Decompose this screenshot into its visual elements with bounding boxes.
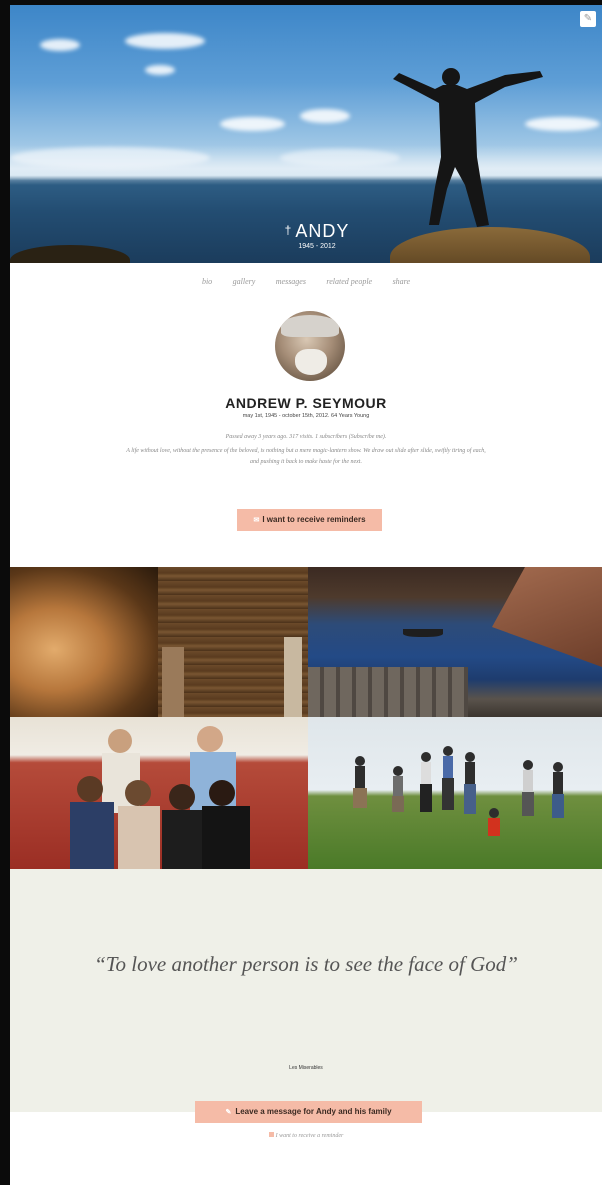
profile-dates: may 1st, 1945 - october 15th, 2012. 64 Y… [242, 413, 370, 419]
photo-detail [403, 629, 443, 637]
photo-face-closeup[interactable] [10, 567, 158, 717]
photo-detail [492, 567, 602, 667]
nav-item-messages[interactable]: messages [276, 277, 306, 286]
profile-bio: A life without love, without the presenc… [126, 448, 486, 465]
memorial-page: ✎ † ANDY 1945 - 2012 bio gallery messages… [10, 5, 602, 1185]
receive-reminders-button[interactable]: ✉ I want to receive reminders [237, 509, 382, 531]
cloud [220, 117, 285, 131]
cloud [40, 39, 80, 51]
avatar-beard [295, 349, 327, 375]
leave-message-button[interactable]: ✎ Leave a message for Andy and his family [195, 1101, 422, 1123]
person-silhouette [393, 68, 543, 227]
avatar-hair [281, 315, 339, 337]
cloud [145, 65, 175, 75]
hero-name-text: ANDY [295, 221, 350, 241]
envelope-icon: ✉ [253, 517, 260, 524]
shore-rock [10, 245, 130, 263]
leave-message-label: Leave a message for Andy and his family [235, 1107, 392, 1116]
hero-name: † ANDY [272, 221, 362, 242]
photo-jumping-friends[interactable] [308, 717, 602, 869]
quote-text: “To love another person is to see the fa… [94, 952, 518, 976]
section-nav: bio gallery messages related people shar… [10, 271, 602, 289]
hero-title-block: † ANDY 1945 - 2012 [272, 221, 362, 250]
photo-family-group[interactable] [10, 717, 308, 869]
avatar [275, 311, 345, 381]
nav-item-bio[interactable]: bio [202, 277, 212, 286]
reminder-checkbox-row[interactable]: I want to receive a reminder [10, 1132, 602, 1139]
photo-detail [353, 746, 564, 836]
reminder-checkbox-label: I want to receive a reminder [275, 1133, 344, 1139]
profile-stats: Passed away 3 years ago. 317 visits. 1 s… [225, 434, 387, 440]
reminder-checkbox[interactable] [268, 1132, 274, 1137]
profile-name: ANDREW P. SEYMOUR [225, 395, 387, 411]
cloud [300, 109, 350, 123]
edit-icon[interactable]: ✎ [580, 11, 596, 27]
nav-item-share[interactable]: share [393, 277, 410, 286]
photo-detail [162, 647, 184, 717]
photo-gallery [10, 567, 602, 869]
hero-banner: ✎ † ANDY 1945 - 2012 [10, 5, 602, 263]
nav-item-gallery[interactable]: gallery [233, 277, 256, 286]
cross-icon: † [284, 223, 293, 237]
photo-detail [308, 667, 468, 717]
quote-author: Les Miserables [289, 1065, 323, 1071]
hero-years: 1945 - 2012 [298, 243, 336, 250]
photo-detail [70, 726, 250, 869]
quote-section: “To love another person is to see the fa… [10, 869, 602, 1112]
photo-river-boat[interactable] [308, 567, 602, 717]
receive-reminders-label: I want to receive reminders [262, 515, 366, 524]
cloud [125, 33, 205, 49]
photo-detail [284, 637, 302, 717]
pencil-icon: ✎ [225, 1109, 232, 1116]
nav-item-related-people[interactable]: related people [326, 277, 372, 286]
photo-wooden-ceiling[interactable] [158, 567, 308, 717]
